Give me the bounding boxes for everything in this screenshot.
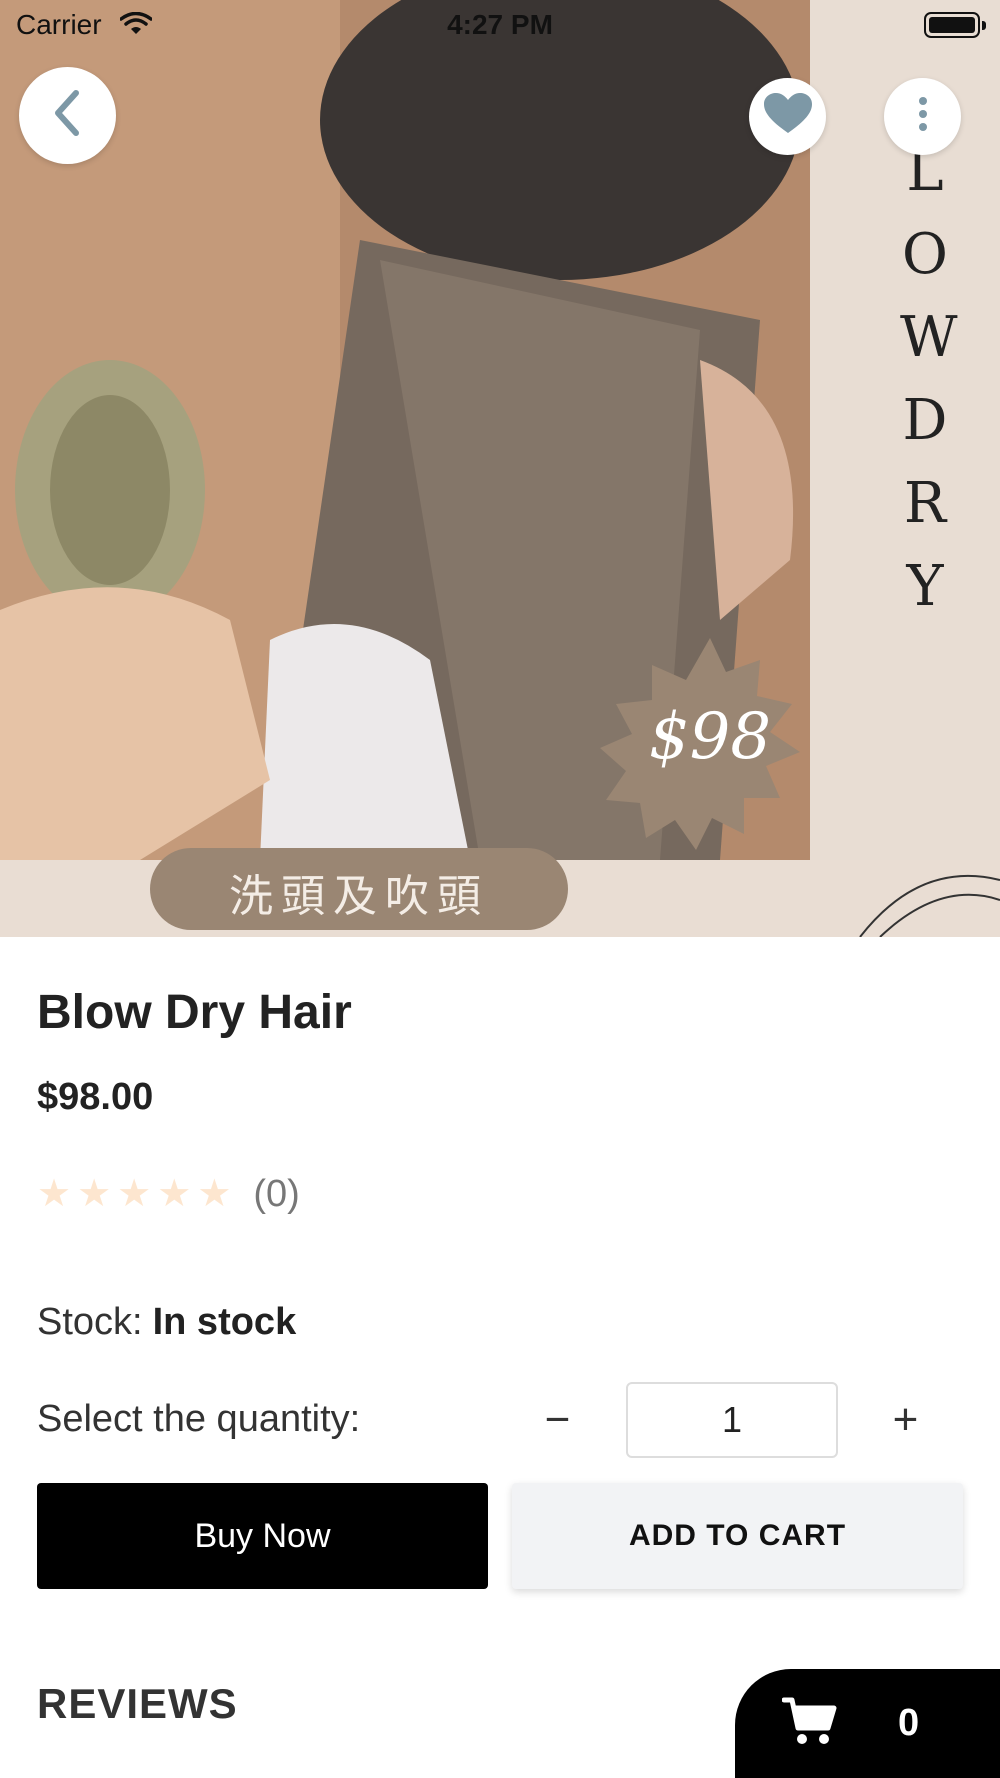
hero-bottom-label: 洗頭及吹頭 [229, 871, 489, 922]
hero-badge-price: $98 [648, 700, 772, 774]
star-icon: ★ [117, 1173, 152, 1215]
back-button[interactable] [19, 67, 116, 164]
product-rating[interactable]: ★ ★ ★ ★ ★ (0) [37, 1172, 300, 1216]
buy-now-button[interactable]: Buy Now [37, 1483, 488, 1589]
chevron-left-icon [48, 87, 88, 144]
quantity-decrement-button[interactable]: − [530, 1380, 585, 1460]
quantity-input[interactable] [626, 1382, 838, 1458]
stock-value: In stock [152, 1301, 297, 1343]
star-icon: ★ [37, 1173, 72, 1215]
stock-row: Stock: In stock [37, 1301, 296, 1344]
cart-count: 0 [898, 1702, 920, 1744]
reviews-heading: REVIEWS [37, 1680, 238, 1727]
heart-icon [763, 93, 812, 140]
favorite-button[interactable] [749, 78, 826, 155]
star-icon: ★ [157, 1173, 192, 1215]
rating-stars: ★ ★ ★ ★ ★ [37, 1172, 231, 1216]
more-options-button[interactable] [884, 78, 961, 155]
shopping-cart-icon [781, 1696, 838, 1751]
more-vertical-icon [918, 97, 928, 136]
product-hero-image: LOW DRY $98 洗頭及吹頭 [0, 0, 1000, 937]
rating-count: (0) [253, 1172, 300, 1215]
status-bar: Carrier 4:27 PM [0, 0, 1000, 50]
cart-button[interactable]: 0 [735, 1669, 1000, 1778]
battery-icon [924, 12, 986, 38]
hero-illustration [0, 0, 1000, 937]
product-title: Blow Dry Hair [37, 986, 352, 1039]
product-price: $98.00 [37, 1076, 154, 1118]
stock-label: Stock: [37, 1301, 143, 1343]
star-icon: ★ [197, 1173, 232, 1215]
add-to-cart-button[interactable]: ADD TO CART [512, 1483, 963, 1589]
clock: 4:27 PM [447, 9, 553, 40]
star-icon: ★ [77, 1173, 112, 1215]
quantity-increment-button[interactable]: + [878, 1380, 933, 1460]
hero-side-text: LOW DRY [900, 139, 958, 619]
quantity-label: Select the quantity: [37, 1398, 361, 1440]
